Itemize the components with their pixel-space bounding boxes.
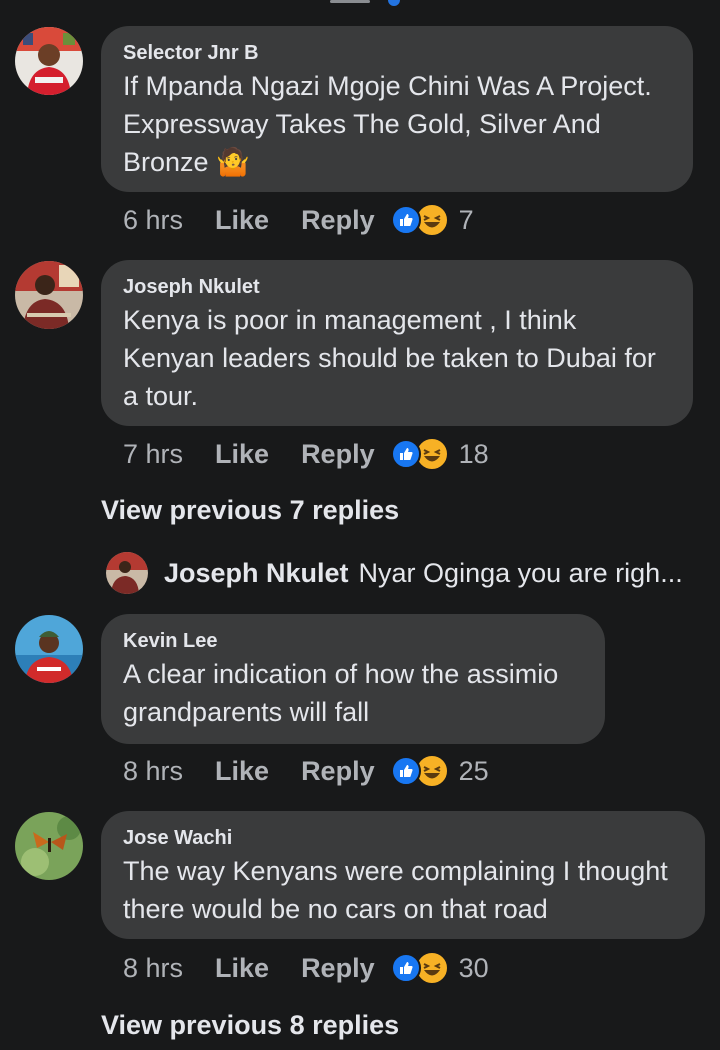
thumbs-up-icon — [390, 439, 421, 469]
comment-text-line: Bronze 🤷 — [123, 147, 250, 177]
reply-button[interactable]: Reply — [301, 756, 375, 787]
comment-timestamp[interactable]: 8 hrs — [123, 756, 183, 787]
reaction-count[interactable]: 30 — [459, 953, 489, 984]
comment-author[interactable]: Joseph Nkulet — [123, 274, 671, 300]
comment-text-line: A clear indication of how the assimio — [123, 659, 559, 689]
avatar[interactable] — [15, 615, 83, 683]
reply-preview[interactable]: Joseph Nkulet Nyar Oginga you are righ..… — [106, 552, 683, 594]
thumbs-up-icon — [390, 756, 421, 786]
comment-actions: 8 hrs Like Reply 25 — [123, 753, 489, 789]
reaction-count[interactable]: 25 — [459, 756, 489, 787]
reaction-count[interactable]: 18 — [459, 439, 489, 470]
comment-text-line: there would be no cars on that road — [123, 894, 548, 924]
view-previous-replies-link[interactable]: View previous 7 replies — [101, 495, 399, 526]
reaction-count[interactable]: 7 — [459, 205, 474, 236]
avatar[interactable] — [15, 27, 83, 95]
comment-timestamp[interactable]: 8 hrs — [123, 953, 183, 984]
comment-actions: 7 hrs Like Reply 18 — [123, 436, 489, 472]
comment-text-line: Expressway Takes The Gold, Silver And — [123, 109, 601, 139]
previous-comment-tail — [0, 0, 720, 6]
like-button[interactable]: Like — [215, 756, 269, 787]
thumbs-up-icon — [390, 953, 421, 983]
comment-author[interactable]: Jose Wachi — [123, 825, 683, 851]
reply-author[interactable]: Joseph Nkulet — [164, 558, 349, 589]
comment-text-line: If Mpanda Ngazi Mgoje Chini Was A Projec… — [123, 71, 652, 101]
comment-text-line: The way Kenyans were complaining I thoug… — [123, 856, 668, 886]
comment-actions: 6 hrs Like Reply 7 — [123, 202, 474, 238]
reactions-summary[interactable] — [390, 754, 449, 788]
comment-bubble[interactable]: Selector Jnr B If Mpanda Ngazi Mgoje Chi… — [101, 26, 693, 192]
thumbs-up-icon — [390, 205, 421, 235]
comment-bubble[interactable]: Kevin Lee A clear indication of how the … — [101, 614, 605, 744]
reply-button[interactable]: Reply — [301, 205, 375, 236]
reactions-summary[interactable] — [390, 951, 449, 985]
comment-author[interactable]: Selector Jnr B — [123, 40, 671, 66]
reply-button[interactable]: Reply — [301, 439, 375, 470]
reply-button[interactable]: Reply — [301, 953, 375, 984]
avatar[interactable] — [106, 552, 148, 594]
reply-text: Nyar Oginga you are righ... — [358, 557, 683, 588]
view-previous-replies-link[interactable]: View previous 8 replies — [101, 1010, 399, 1041]
avatar[interactable] — [15, 812, 83, 880]
like-button[interactable]: Like — [215, 439, 269, 470]
comment-bubble[interactable]: Jose Wachi The way Kenyans were complain… — [101, 811, 705, 939]
reactions-summary[interactable] — [390, 203, 449, 237]
comment-timestamp[interactable]: 7 hrs — [123, 439, 183, 470]
cropped-reaction-icon — [388, 0, 400, 6]
comment-author[interactable]: Kevin Lee — [123, 628, 583, 654]
comment-actions: 8 hrs Like Reply 30 — [123, 950, 489, 986]
avatar[interactable] — [15, 261, 83, 329]
comment-text-line: Kenya is poor in management , I think — [123, 305, 577, 335]
reactions-summary[interactable] — [390, 437, 449, 471]
comment-bubble[interactable]: Joseph Nkulet Kenya is poor in managemen… — [101, 260, 693, 426]
like-button[interactable]: Like — [215, 205, 269, 236]
comment-timestamp[interactable]: 6 hrs — [123, 205, 183, 236]
cropped-text-fragment — [330, 0, 370, 3]
comment-text-line: Kenyan leaders should be taken to Dubai … — [123, 343, 656, 373]
like-button[interactable]: Like — [215, 953, 269, 984]
comment-text-line: a tour. — [123, 381, 199, 411]
comment-text-line: grandparents will fall — [123, 697, 370, 727]
